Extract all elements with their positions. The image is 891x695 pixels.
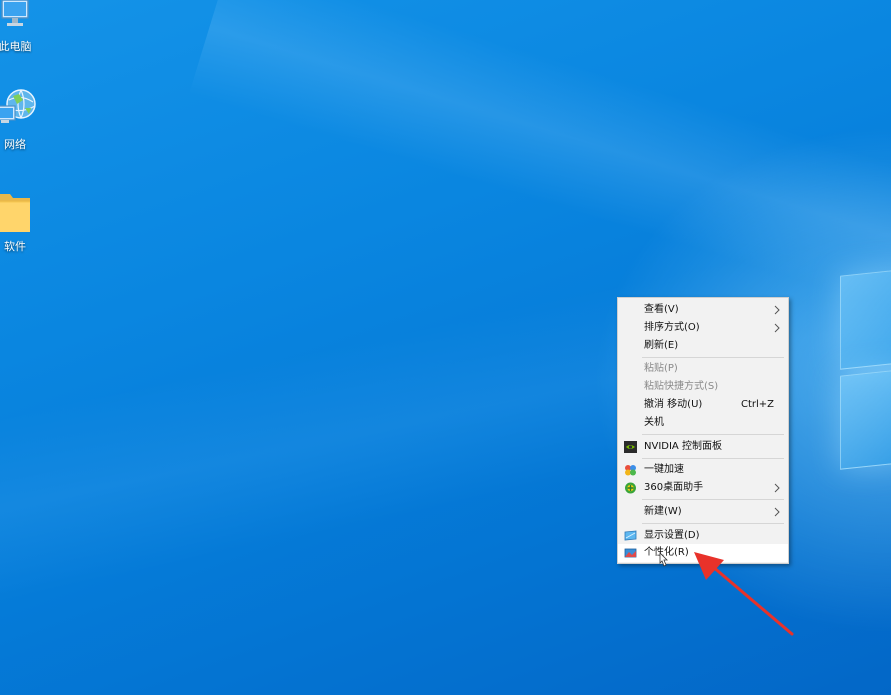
menu-item-view[interactable]: 查看(V) xyxy=(618,301,788,319)
desktop-context-menu: 查看(V) 排序方式(O) 刷新(E) 粘贴(P) 粘贴快捷方式(S) 撤消 移… xyxy=(617,297,789,564)
mouse-cursor-icon xyxy=(659,552,668,567)
menu-item-label: 粘贴快捷方式(S) xyxy=(644,381,719,392)
menu-item-one-click-boost[interactable]: 一键加速 xyxy=(618,461,788,479)
boost-icon xyxy=(625,465,636,476)
menu-item-shortcut: Ctrl+Z xyxy=(740,399,774,410)
logo-pane xyxy=(840,368,891,470)
desktop-icon-label: 此电脑 xyxy=(0,40,32,53)
menu-separator xyxy=(642,434,784,435)
folder-icon xyxy=(0,190,35,237)
desktop-icon-this-pc[interactable]: 此电脑 xyxy=(0,0,35,53)
menu-item-label: 查看(V) xyxy=(644,304,679,315)
display-icon xyxy=(624,530,637,541)
menu-separator xyxy=(642,458,784,459)
chevron-right-icon xyxy=(774,507,780,517)
360-icon xyxy=(625,482,636,494)
chevron-right-icon xyxy=(774,323,780,333)
computer-icon xyxy=(0,0,35,37)
logo-pane xyxy=(840,268,891,370)
menu-item-label: 撤消 移动(U) xyxy=(644,399,703,410)
menu-item-label: 360桌面助手 xyxy=(644,482,704,493)
menu-item-paste-shortcut[interactable]: 粘贴快捷方式(S) xyxy=(618,378,788,396)
menu-separator xyxy=(642,357,784,358)
menu-item-360-desktop-assistant[interactable]: 360桌面助手 xyxy=(618,479,788,497)
menu-item-display-settings[interactable]: 显示设置(D) xyxy=(618,527,788,545)
menu-item-label: 关机 xyxy=(644,417,664,428)
menu-item-sort-by[interactable]: 排序方式(O) xyxy=(618,319,788,337)
menu-item-label: 排序方式(O) xyxy=(644,322,700,333)
desktop-icon-network[interactable]: 网络 xyxy=(0,88,36,151)
menu-item-refresh[interactable]: 刷新(E) xyxy=(618,337,788,355)
red-annotation-arrow xyxy=(694,552,794,636)
menu-item-label: 显示设置(D) xyxy=(644,530,700,541)
menu-item-label: 粘贴(P) xyxy=(644,363,678,374)
desktop-icon-folder[interactable]: 软件 xyxy=(0,190,35,253)
menu-item-label: 刷新(E) xyxy=(644,340,679,351)
windows-logo-wallpaper xyxy=(838,268,891,472)
menu-item-new[interactable]: 新建(W) xyxy=(618,503,788,521)
menu-item-label: NVIDIA 控制面板 xyxy=(644,441,722,452)
menu-item-label: 一键加速 xyxy=(644,464,684,475)
menu-item-label: 新建(W) xyxy=(644,506,682,517)
menu-item-undo-move[interactable]: 撤消 移动(U) Ctrl+Z xyxy=(618,396,788,414)
menu-separator xyxy=(642,499,784,500)
desktop-icon-label: 软件 xyxy=(4,240,26,253)
menu-item-paste[interactable]: 粘贴(P) xyxy=(618,360,788,378)
desktop-icon-label: 网络 xyxy=(4,138,26,151)
chevron-right-icon xyxy=(774,483,780,493)
chevron-right-icon xyxy=(774,305,780,315)
nvidia-icon xyxy=(624,441,637,453)
menu-separator xyxy=(642,523,784,524)
network-globe-icon xyxy=(0,88,36,135)
menu-item-nvidia-control-panel[interactable]: NVIDIA 控制面板 xyxy=(618,438,788,456)
menu-item-shutdown[interactable]: 关机 xyxy=(618,414,788,432)
personalize-icon xyxy=(624,548,637,558)
